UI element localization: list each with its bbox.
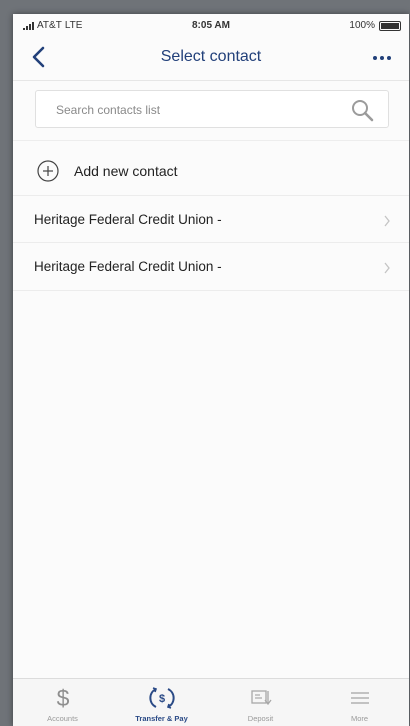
- phone-screen: AT&T LTE 8:05 AM 100% Select contact Sea…: [13, 14, 409, 726]
- transfer-icon: $: [148, 687, 175, 709]
- svg-text:$: $: [158, 693, 164, 705]
- more-options-button[interactable]: [367, 48, 397, 68]
- plus-circle-icon: [37, 160, 59, 182]
- add-new-contact-button[interactable]: Add new contact: [13, 147, 409, 195]
- search-box: [35, 90, 389, 129]
- tab-transfer-pay[interactable]: $ Transfer & Pay: [112, 679, 211, 726]
- tab-more[interactable]: More: [310, 679, 409, 726]
- check-deposit-icon: [250, 690, 272, 706]
- tab-label: Deposit: [247, 714, 274, 723]
- chevron-right-icon: [384, 262, 390, 274]
- status-right: 100%: [349, 20, 401, 31]
- dollar-icon: $: [56, 685, 69, 711]
- contact-list-item[interactable]: Heritage Federal Credit Union -: [13, 243, 409, 291]
- tab-deposit[interactable]: Deposit: [211, 679, 310, 726]
- search-icon[interactable]: [350, 98, 374, 122]
- svg-text:$: $: [56, 685, 69, 711]
- tab-label: Accounts: [47, 714, 78, 723]
- tab-label: More: [350, 714, 369, 723]
- chevron-right-icon: [384, 215, 390, 227]
- back-button[interactable]: [27, 44, 53, 70]
- contact-name: Heritage Federal Credit Union -: [34, 212, 222, 227]
- tab-bar: $ Accounts $ Transfer & Pay Deposit More: [13, 678, 409, 726]
- ellipsis-icon: [373, 56, 391, 60]
- chevron-left-icon: [32, 46, 45, 68]
- add-new-contact-label: Add new contact: [74, 163, 178, 179]
- header-divider: [13, 80, 409, 81]
- tab-accounts[interactable]: $ Accounts: [13, 679, 112, 726]
- battery-percent: 100%: [349, 20, 375, 31]
- battery-icon: [379, 20, 401, 31]
- search-input[interactable]: [36, 91, 358, 129]
- navigation-header: Select contact: [13, 36, 409, 80]
- contact-name: Heritage Federal Credit Union -: [34, 259, 222, 274]
- contact-list-item[interactable]: Heritage Federal Credit Union -: [13, 195, 409, 243]
- tab-label: Transfer & Pay: [135, 714, 188, 723]
- status-bar: AT&T LTE 8:05 AM 100%: [13, 14, 409, 36]
- page-title: Select contact: [160, 48, 262, 65]
- section-divider: [13, 140, 409, 141]
- menu-icon: [350, 692, 369, 704]
